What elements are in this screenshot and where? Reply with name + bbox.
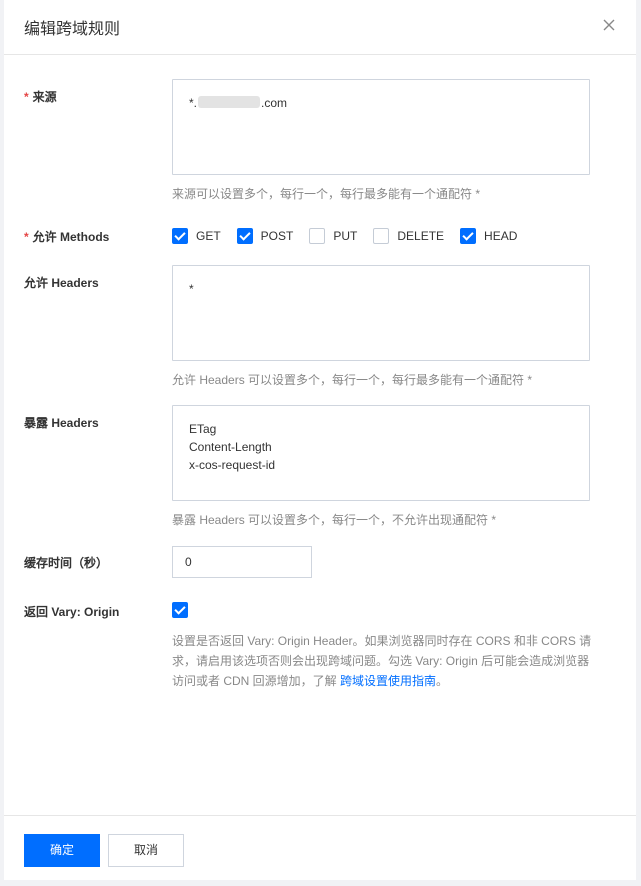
- origin-textarea[interactable]: *. .com: [172, 79, 590, 175]
- cancel-button[interactable]: 取消: [108, 834, 184, 867]
- dialog-footer: 确定 取消: [4, 815, 636, 880]
- method-put[interactable]: PUT: [309, 228, 357, 244]
- get-checkbox[interactable]: [172, 228, 188, 244]
- put-checkbox[interactable]: [309, 228, 326, 244]
- method-head[interactable]: HEAD: [460, 228, 517, 244]
- edit-cors-rule-dialog: 编辑跨域规则 * 来源 *. .com 来源可以设置多个，每行一个，每行最多能有一个…: [4, 0, 636, 880]
- vary-origin-hint: 设置是否返回 Vary: Origin Header。如果浏览器同时存在 COR…: [172, 634, 592, 688]
- delete-checkbox[interactable]: [373, 228, 390, 244]
- dialog-header: 编辑跨域规则: [4, 0, 636, 55]
- method-get[interactable]: GET: [172, 228, 221, 244]
- expose-headers-label: 暴露 Headers: [24, 416, 99, 430]
- allow-headers-label: 允许 Headers: [24, 276, 99, 290]
- required-mark: *: [24, 90, 29, 104]
- cors-guide-link[interactable]: 跨域设置使用指南: [340, 674, 436, 688]
- method-delete[interactable]: DELETE: [373, 228, 444, 244]
- max-age-input[interactable]: 0: [172, 546, 312, 578]
- vary-origin-checkbox[interactable]: [172, 602, 188, 618]
- vary-origin-checkbox-wrap[interactable]: [172, 602, 196, 618]
- required-mark: *: [24, 230, 29, 244]
- dialog-title: 编辑跨域规则: [24, 21, 121, 38]
- methods-group: GET POST PUT DELETE HEAD: [172, 228, 533, 244]
- allow-headers-hint: 允许 Headers 可以设置多个，每行一个，每行最多能有一个通配符 *: [172, 373, 533, 387]
- redacted-domain: [198, 96, 261, 108]
- confirm-button[interactable]: 确定: [24, 834, 100, 867]
- allow-headers-textarea[interactable]: *: [172, 265, 590, 361]
- head-checkbox[interactable]: [460, 228, 477, 244]
- expose-headers-textarea[interactable]: ETag Content-Length x-cos-request-id: [172, 405, 590, 501]
- post-checkbox[interactable]: [236, 228, 253, 244]
- expose-headers-hint: 暴露 Headers 可以设置多个，每行一个，不允许出现通配符 *: [172, 513, 497, 527]
- close-icon[interactable]: [600, 16, 618, 34]
- origin-hint: 来源可以设置多个，每行一个，每行最多能有一个通配符 *: [172, 187, 481, 201]
- method-post[interactable]: POST: [236, 228, 293, 244]
- origin-label: * 来源: [24, 90, 57, 104]
- vary-origin-label: 返回 Vary: Origin: [24, 605, 120, 619]
- methods-label: * 允许 Methods: [24, 230, 110, 244]
- max-age-label: 缓存时间（秒）: [24, 556, 109, 570]
